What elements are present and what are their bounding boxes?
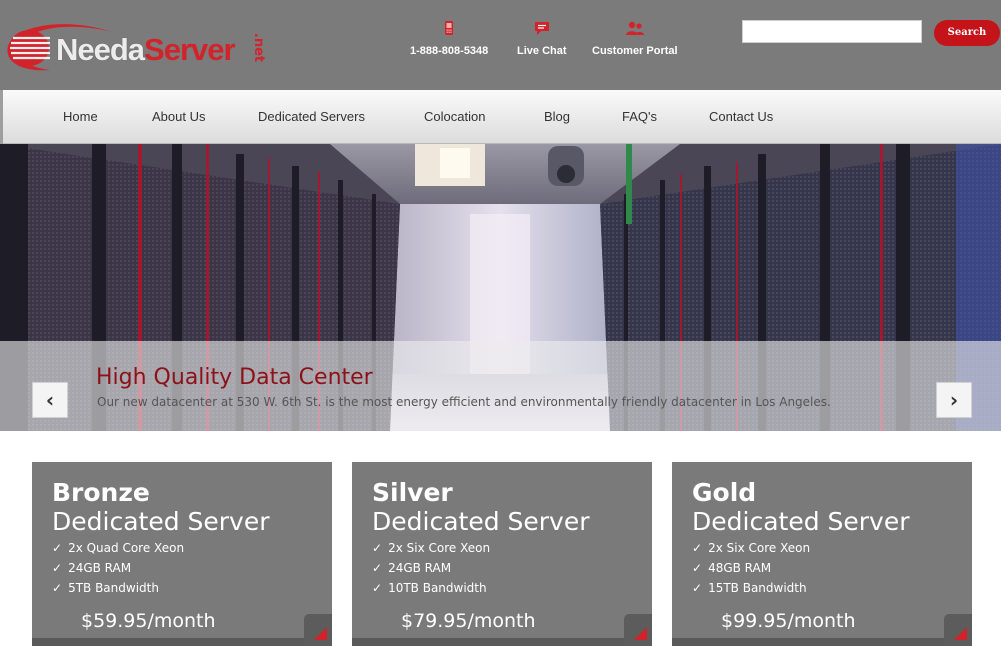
plan-features: ✓ 2x Quad Core Xeon ✓ 24GB RAM ✓ 5TB Bandwi… [52,540,184,600]
main-nav: Home About Us Dedicated Servers Colocati… [0,90,1001,144]
customer-portal-link[interactable]: Customer Portal [592,20,678,57]
nav-item-blog[interactable]: Blog [544,109,570,124]
chevron-right-icon: › [949,388,959,412]
plan-feature: ✓ 2x Six Core Xeon [372,541,491,555]
plan-footer-bar [672,638,944,646]
plan-feature: ✓ 2x Six Core Xeon [692,541,811,555]
nav-item-faqs[interactable]: FAQ's [622,109,657,124]
hero-slider: High Quality Data Center Our new datacen… [0,144,1001,431]
plan-feature: ✓ 24GB RAM [372,561,452,575]
plan-features: ✓ 2x Six Core Xeon ✓ 24GB RAM ✓ 10TB Bandwi… [372,540,490,600]
phone-icon [445,21,454,35]
plan-order-button[interactable] [304,614,332,646]
phone-link[interactable]: 1-888-808-5348 [410,20,488,57]
plan-features: ✓ 2x Six Core Xeon ✓ 48GB RAM ✓ 15TB Bandwi… [692,540,810,600]
plan-card-bronze[interactable]: Bronze Dedicated Server ✓ 2x Quad Core Xe… [32,462,332,646]
search-button[interactable]: Search [934,20,1000,46]
plan-feature: ✓ 5TB Bandwidth [52,581,159,595]
plan-tier: Bronze [52,478,150,507]
plan-price: $99.95/month [721,610,856,632]
plan-footer-bar [352,638,624,646]
phone-number: 1-888-808-5348 [410,45,489,57]
logo-wordmark: NeedaServer [56,32,236,68]
logo-text-part1: Needa [56,32,145,67]
plan-feature: ✓ 2x Quad Core Xeon [52,541,185,555]
chevron-left-icon: ‹ [45,388,55,412]
plan-feature: ✓ 10TB Bandwidth [372,581,487,595]
slide-title: High Quality Data Center [96,365,373,390]
plan-subtitle: Dedicated Server [372,507,590,536]
customer-portal-label: Customer Portal [592,45,678,57]
check-icon: ✓ [692,541,703,555]
plan-feature: ✓ 15TB Bandwidth [692,581,807,595]
logo-text-part2: Server [144,32,236,67]
check-icon: ✓ [52,581,63,595]
nav-item-home[interactable]: Home [63,109,98,124]
top-header: NeedaServer .net 1-888-808-5348 Live Cha… [0,0,1001,90]
corner-arrow-icon [954,627,967,640]
check-icon: ✓ [692,581,703,595]
check-icon: ✓ [52,541,63,555]
check-icon: ✓ [692,561,703,575]
plan-subtitle: Dedicated Server [692,507,910,536]
live-chat-label: Live Chat [517,45,567,57]
check-icon: ✓ [372,581,383,595]
plan-subtitle: Dedicated Server [52,507,270,536]
logo-tld: .net [251,32,267,63]
corner-arrow-icon [314,627,327,640]
plan-card-silver[interactable]: Silver Dedicated Server ✓ 2x Six Core Xeo… [352,462,652,646]
plan-order-button[interactable] [624,614,652,646]
live-chat-link[interactable]: Live Chat [517,20,567,57]
plan-tier: Gold [692,478,757,507]
plan-tier: Silver [372,478,453,507]
nav-item-contact-us[interactable]: Contact Us [709,109,773,124]
nav-edge [0,90,3,144]
plan-feature: ✓ 24GB RAM [52,561,132,575]
plan-feature: ✓ 48GB RAM [692,561,772,575]
plan-price: $79.95/month [401,610,536,632]
site-logo[interactable]: NeedaServer .net [4,16,267,74]
nav-item-about-us[interactable]: About Us [152,109,205,124]
corner-arrow-icon [634,627,647,640]
plan-price: $59.95/month [81,610,216,632]
plan-card-gold[interactable]: Gold Dedicated Server ✓ 2x Six Core Xeon … [672,462,972,646]
check-icon: ✓ [372,541,383,555]
nav-item-dedicated-servers[interactable]: Dedicated Servers [258,109,365,124]
slider-next-button[interactable]: › [936,382,972,418]
slide-description: Our new datacenter at 530 W. 6th St. is … [97,395,831,409]
search-input[interactable] [742,20,922,43]
check-icon: ✓ [372,561,383,575]
check-icon: ✓ [52,561,63,575]
plan-footer-bar [32,638,304,646]
nav-item-colocation[interactable]: Colocation [424,109,485,124]
plan-order-button[interactable] [944,614,972,646]
users-icon [625,21,644,35]
chat-bubble-icon [534,22,549,35]
slider-prev-button[interactable]: ‹ [32,382,68,418]
